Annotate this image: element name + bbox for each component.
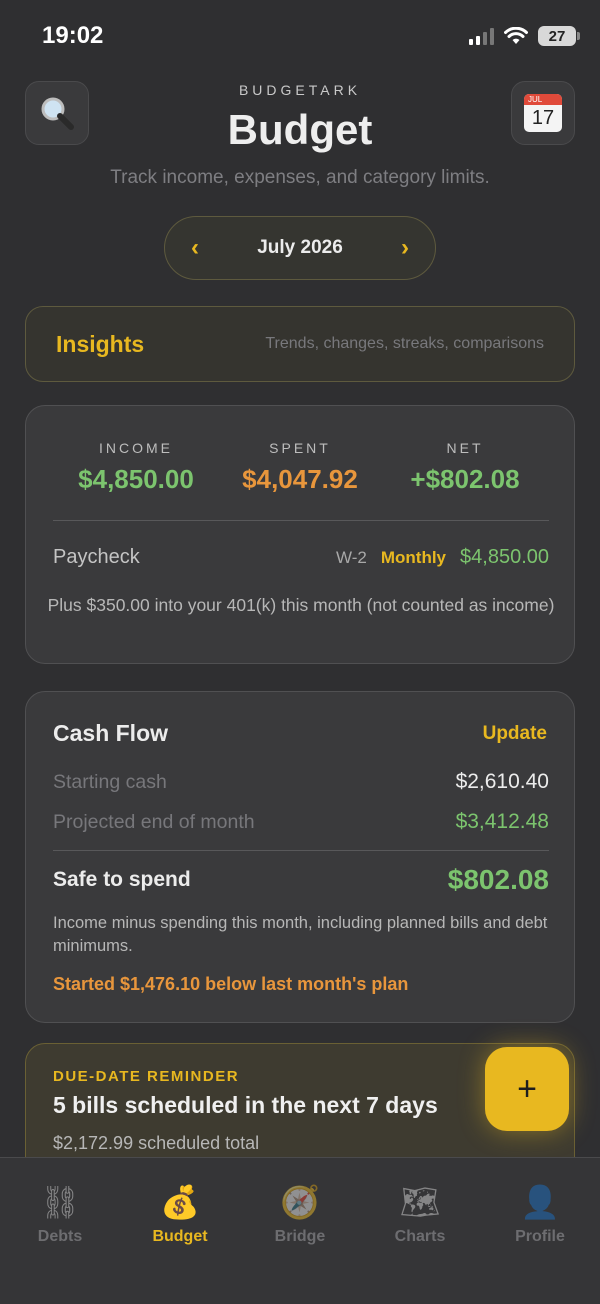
cash-flow-divider <box>53 850 549 851</box>
insights-button[interactable]: Insights Trends, changes, streaks, compa… <box>25 306 575 382</box>
projected-row: Projected end of month $3,412.48 <box>53 810 549 834</box>
paycheck-type: W-2 <box>336 547 367 567</box>
starting-cash-value: $2,610.40 <box>455 770 549 793</box>
plan-warning: Started $1,476.10 below last month's pla… <box>53 974 409 994</box>
person-icon: 👤 <box>520 1184 560 1220</box>
paycheck-amount: $4,850.00 <box>460 546 549 568</box>
chain-icon: ⛓ <box>39 1184 81 1220</box>
spent-label: SPENT <box>269 440 331 456</box>
tab-profile[interactable]: 👤 Profile <box>480 1158 600 1304</box>
reminder-subtitle: $2,172.99 scheduled total <box>53 1133 260 1153</box>
tab-bar: ⛓ Debts 💰 Budget 🧭 Bridge 🗺 Charts 👤 Pro… <box>0 1157 600 1304</box>
summary-divider <box>53 520 549 521</box>
starting-cash-row: Starting cash $2,610.40 <box>53 770 549 794</box>
plus-icon: + <box>517 1070 537 1108</box>
tab-label: Bridge <box>274 1228 326 1245</box>
battery-icon: 27 <box>538 26 580 46</box>
net-value: +$802.08 <box>410 464 520 494</box>
tab-budget[interactable]: 💰 Budget <box>120 1158 240 1304</box>
brand-label: BUDGETARK <box>238 82 362 98</box>
safe-to-spend-value: $802.08 <box>447 864 549 895</box>
projected-label: Projected end of month <box>53 810 255 833</box>
cash-flow-card: Cash Flow Update Starting cash $2,610.40… <box>25 691 575 1023</box>
next-month-chevron-icon[interactable]: › <box>401 234 409 262</box>
starting-cash-label: Starting cash <box>53 770 167 793</box>
wifi-icon <box>504 27 528 44</box>
cellular-signal-icon <box>469 27 494 45</box>
insights-subtitle: Trends, changes, streaks, comparisons <box>265 335 544 352</box>
update-button[interactable]: Update <box>483 723 547 745</box>
month-selector: ‹ July 2026 › <box>164 216 436 280</box>
safe-to-spend-description: Income minus spending this month, includ… <box>53 914 548 955</box>
money-bag-icon: 💰 <box>160 1184 200 1220</box>
retirement-note: Plus $350.00 into your 401(k) this month… <box>47 595 555 615</box>
calendar-month: JUL <box>524 94 562 105</box>
previous-month-chevron-icon[interactable]: ‹ <box>191 234 199 262</box>
add-button[interactable]: + <box>485 1047 569 1131</box>
income-label: INCOME <box>99 440 173 456</box>
status-time: 19:02 <box>42 22 104 49</box>
net-label: NET <box>446 440 484 456</box>
tab-label: Profile <box>515 1228 565 1245</box>
safe-to-spend-row: Safe to spend $802.08 <box>53 864 549 896</box>
status-icons: 27 <box>469 26 580 46</box>
page-subtitle: Track income, expenses, and category lim… <box>110 167 490 188</box>
reminder-title: 5 bills scheduled in the next 7 days <box>53 1092 438 1118</box>
safe-to-spend-label: Safe to spend <box>53 868 191 891</box>
net-metric: NET +$802.08 <box>375 440 555 495</box>
tab-bridge[interactable]: 🧭 Bridge <box>240 1158 360 1304</box>
paycheck-frequency: Monthly <box>380 547 447 567</box>
cash-flow-title: Cash Flow <box>53 720 169 746</box>
insights-title: Insights <box>56 330 145 357</box>
tab-charts[interactable]: 🗺 Charts <box>360 1158 480 1304</box>
page-title: Budget <box>227 106 373 153</box>
income-value: $4,850.00 <box>78 464 194 494</box>
tab-label: Debts <box>37 1228 83 1245</box>
paycheck-label: Paycheck <box>53 546 140 568</box>
compass-icon: 🧭 <box>280 1184 320 1220</box>
calendar-button[interactable]: JUL 17 <box>511 81 575 145</box>
summary-card: INCOME $4,850.00 SPENT $4,047.92 NET +$8… <box>25 405 575 664</box>
calendar-icon: JUL 17 <box>524 94 562 132</box>
income-metric: INCOME $4,850.00 <box>46 440 226 495</box>
tab-label: Budget <box>152 1228 208 1245</box>
tab-label: Charts <box>394 1228 446 1245</box>
map-icon: 🗺 <box>399 1184 441 1220</box>
calendar-day: 17 <box>531 107 555 129</box>
projected-value: $3,412.48 <box>455 810 549 833</box>
spent-metric: SPENT $4,047.92 <box>210 440 390 495</box>
status-bar: 19:02 27 <box>0 0 600 74</box>
spent-value: $4,047.92 <box>242 464 358 494</box>
paycheck-row[interactable]: Paycheck W-2 Monthly $4,850.00 <box>53 546 549 569</box>
month-label: July 2026 <box>257 237 343 258</box>
reminder-eyebrow: DUE-DATE REMINDER <box>53 1068 240 1085</box>
tab-debts[interactable]: ⛓ Debts <box>0 1158 120 1304</box>
